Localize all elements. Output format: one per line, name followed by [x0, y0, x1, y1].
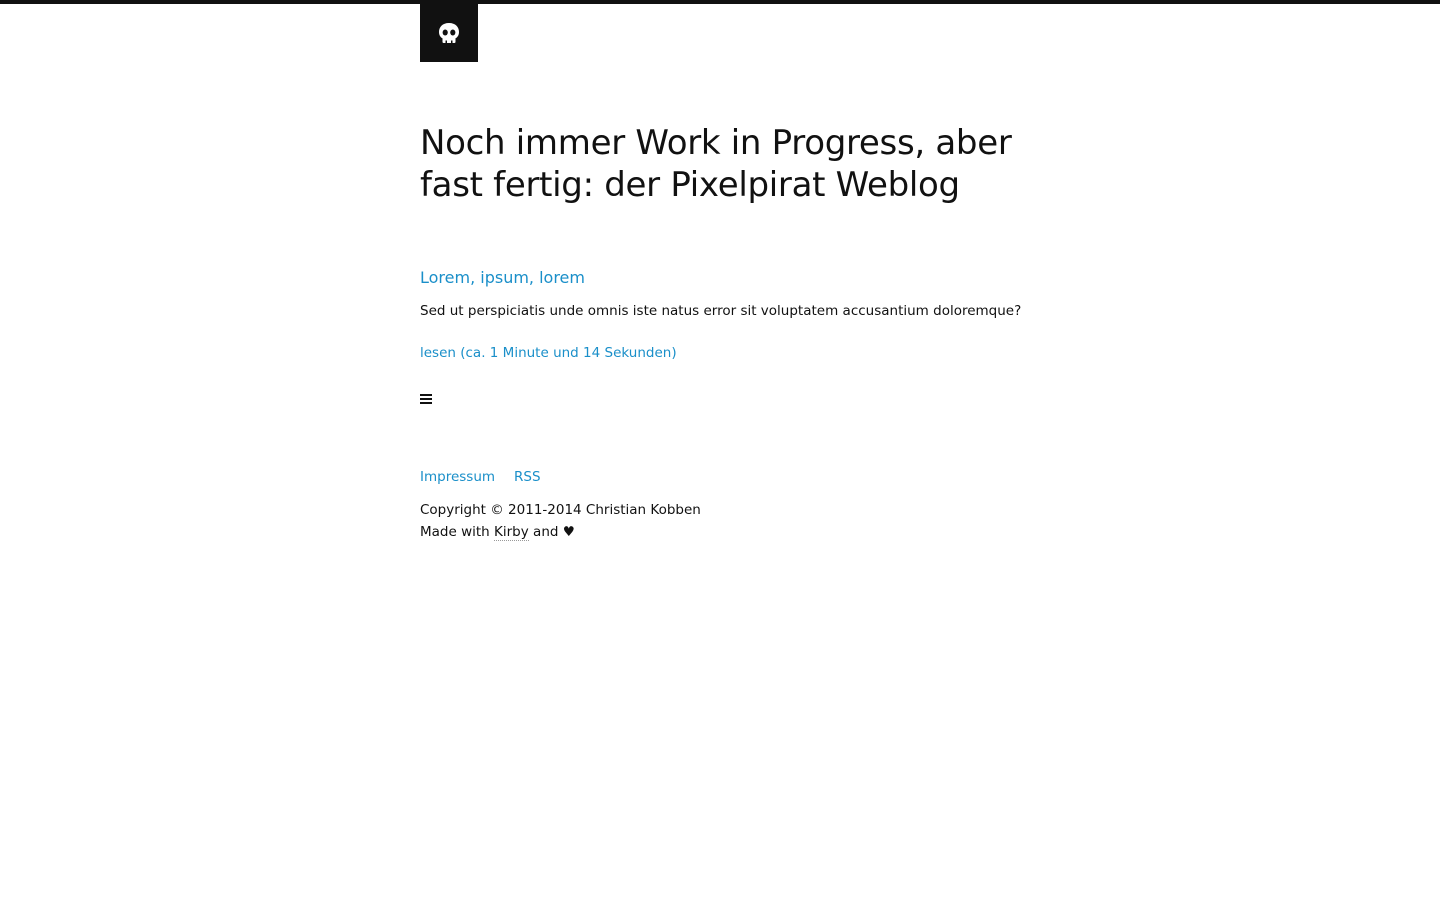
impressum-link[interactable]: Impressum [420, 467, 495, 487]
page-title: Noch immer Work in Progress, aber fast f… [420, 123, 1012, 205]
article-title-link[interactable]: Lorem, ipsum, lorem [420, 267, 585, 289]
made-with-prefix: Made with [420, 524, 490, 540]
skull-icon [439, 23, 459, 43]
made-with-suffix: and ♥ [533, 524, 575, 540]
kirby-link[interactable]: Kirby [494, 524, 529, 541]
copyright-text: Copyright © 2011-2014 Christian Kobben [420, 502, 701, 518]
made-with-text: Made with Kirby and ♥ [420, 521, 575, 543]
footer-nav: Impressum RSS [420, 467, 541, 487]
hamburger-menu-icon[interactable] [420, 394, 432, 405]
top-border-bar [0, 0, 1440, 4]
article-excerpt: Sed ut perspiciatis unde omnis iste natu… [420, 303, 1022, 319]
read-more-link[interactable]: lesen (ca. 1 Minute und 14 Sekunden) [420, 343, 677, 363]
rss-link[interactable]: RSS [514, 467, 541, 487]
site-logo[interactable] [420, 4, 478, 62]
